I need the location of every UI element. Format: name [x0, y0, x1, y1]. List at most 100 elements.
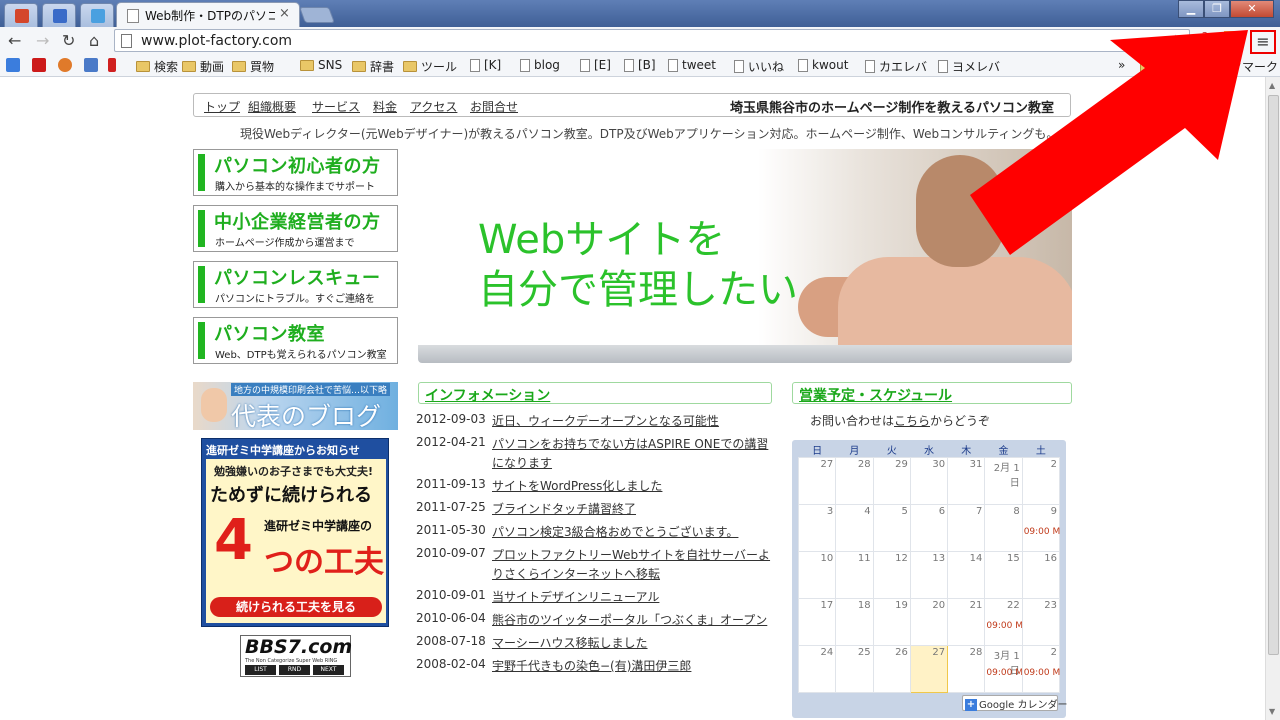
calendar-day[interactable]: 20 — [909, 598, 949, 646]
google-calendar-button[interactable]: + Google カレンダー — [962, 695, 1067, 711]
calendar-day[interactable]: 21 — [947, 598, 986, 646]
calendar-day[interactable]: 17 — [797, 598, 837, 646]
bookmark-star-icon[interactable]: ☆ — [1169, 31, 1183, 50]
nav-link-service[interactable]: サービス — [312, 98, 360, 115]
pinned-tab[interactable] — [4, 3, 38, 27]
bookmark-folder[interactable]: 検索 — [136, 58, 178, 75]
calendar-day[interactable]: 12 — [872, 551, 911, 599]
scrollbar-thumb[interactable] — [1268, 95, 1279, 655]
pc-school-button[interactable]: パソコン教室 Web、DTPも覚えられるパソコン教室 — [193, 317, 398, 364]
calendar-day[interactable]: 4 — [835, 504, 874, 552]
calendar-day[interactable]: 11 — [835, 551, 874, 599]
ad-banner[interactable]: 進研ゼミ中学講座からお知らせ 勉強嫌いのお子さまでも大丈夫! ためずに続けられる… — [201, 438, 389, 627]
news-link[interactable]: 宇野千代きもの染色−(有)溝田伊三郎 — [492, 657, 776, 676]
scroll-up-icon[interactable]: ▲ — [1269, 81, 1275, 90]
contact-link[interactable]: こちら — [894, 414, 930, 428]
schedule-heading-link[interactable]: 営業予定・スケジュール — [799, 385, 952, 405]
calendar-day[interactable]: 25 — [835, 645, 874, 693]
bookmark-folder[interactable]: 買物 — [232, 58, 274, 75]
news-link[interactable]: 当サイトデザインリニューアル — [492, 588, 776, 607]
calendar-day[interactable]: 26 — [872, 645, 911, 693]
calendar-day[interactable]: 2 09:00 M — [1021, 645, 1061, 693]
calendar-day[interactable]: 24 — [797, 645, 837, 693]
calendar-day[interactable]: 22 09:00 M — [984, 598, 1023, 646]
calendar-day[interactable]: 8 — [984, 504, 1023, 552]
chrome-menu-button[interactable]: ≡ — [1250, 30, 1276, 54]
calendar-day[interactable]: 30 — [909, 457, 949, 505]
bookmark-link[interactable]: kwout — [798, 58, 848, 72]
calendar-day[interactable]: 31 — [947, 457, 986, 505]
bookmark-folder[interactable]: 動画 — [182, 58, 224, 75]
calendar-day[interactable]: 29 — [872, 457, 911, 505]
calendar-event[interactable]: 09:00 M — [986, 621, 1022, 631]
bookmark-link[interactable]: [K] — [470, 58, 501, 72]
webring-badge[interactable]: BBS7.com The Non Categorize Super Web RI… — [240, 635, 352, 677]
bookmarks-overflow[interactable]: » — [1118, 58, 1125, 72]
home-icon[interactable]: ⌂ — [89, 31, 99, 50]
calendar-day[interactable]: 14 — [947, 551, 986, 599]
calendar-day[interactable]: 5 — [872, 504, 911, 552]
calendar-day[interactable]: 27 — [797, 457, 837, 505]
reload-icon[interactable]: ↻ — [62, 31, 75, 50]
calendar-day[interactable]: 3月 1日 09:00 M — [984, 645, 1023, 693]
info-heading-link[interactable]: インフォメーション — [425, 385, 550, 405]
bookmark-icon[interactable] — [108, 58, 120, 72]
address-bar[interactable]: www.plot-factory.com ☆ — [114, 29, 1190, 52]
calendar-day[interactable]: 23 — [1021, 598, 1061, 646]
tab-active[interactable]: Web制作・DTPのパソコ × — [116, 2, 300, 27]
nav-link-access[interactable]: アクセス — [410, 98, 457, 115]
calendar-day[interactable]: 27 — [909, 645, 949, 693]
bookmark-link[interactable]: [B] — [624, 58, 656, 72]
forward-icon[interactable]: → — [36, 31, 49, 50]
calendar-day[interactable]: 18 — [835, 598, 874, 646]
webring-list-button[interactable]: LIST — [245, 665, 276, 675]
vertical-scrollbar[interactable]: ▲ ▼ — [1265, 77, 1280, 720]
calendar-event[interactable]: 09:00 M — [1024, 527, 1060, 537]
bookmark-link[interactable]: カエレバ — [865, 58, 927, 75]
nav-link-price[interactable]: 料金 — [373, 98, 397, 115]
news-link[interactable]: パソコン検定3級合格おめでとうございます。 — [492, 523, 776, 542]
bookmark-icon[interactable] — [6, 58, 24, 72]
blog-banner[interactable]: 地方の中規模印刷会社で苦悩…以下略 代表のブログ — [193, 382, 398, 431]
bookmark-link[interactable]: tweet — [668, 58, 716, 72]
nav-link-contact[interactable]: お問合せ — [470, 98, 518, 115]
new-tab-button[interactable] — [299, 7, 335, 23]
bookmark-icon[interactable] — [84, 58, 102, 72]
pinned-tab[interactable] — [42, 3, 76, 27]
news-link[interactable]: サイトをWordPress化しました — [492, 477, 776, 496]
calendar-event[interactable]: 09:00 M — [1024, 668, 1060, 678]
news-link[interactable]: パソコンをお持ちでない方はASPIRE ONEでの講習になります — [492, 435, 776, 473]
close-window-button[interactable]: ✕ — [1230, 0, 1274, 18]
calendar-day[interactable]: 28 — [835, 457, 874, 505]
bookmark-link[interactable]: [E] — [580, 58, 611, 72]
webring-random-button[interactable]: RND — [279, 665, 310, 675]
other-bookmarks[interactable]: その他のブックマーク — [1140, 58, 1278, 75]
close-tab-icon[interactable]: × — [279, 6, 290, 21]
webring-next-button[interactable]: NEXT — [313, 665, 344, 675]
calendar-day[interactable]: 19 — [872, 598, 911, 646]
back-icon[interactable]: ← — [8, 31, 21, 50]
bookmark-icon[interactable] — [58, 58, 76, 72]
calendar-day[interactable]: 2 — [1021, 457, 1061, 505]
beginner-button[interactable]: パソコン初心者の方 購入から基本的な操作までサポート — [193, 149, 398, 196]
bookmark-link[interactable]: ヨメレバ — [938, 58, 1000, 75]
extension-icon[interactable]: !! — [1224, 31, 1242, 49]
bookmark-icon[interactable] — [32, 58, 50, 72]
bookmark-folder[interactable]: 辞書 — [352, 58, 394, 75]
news-link[interactable]: マーシーハウス移転しました — [492, 634, 776, 653]
news-link[interactable]: プロットファクトリーWebサイトを自社サーバーよりさくらインターネットへ移転 — [492, 546, 776, 584]
calendar-day[interactable]: 28 — [947, 645, 986, 693]
calendar-day[interactable]: 16 — [1021, 551, 1061, 599]
bookmark-link[interactable]: いいね — [734, 58, 784, 75]
calendar-day[interactable]: 3 — [797, 504, 837, 552]
business-owner-button[interactable]: 中小企業経営者の方 ホームページ作成から運営まで — [193, 205, 398, 252]
news-link[interactable]: 熊谷市のツイッターポータル「つぶくま」オープン — [492, 611, 776, 630]
ad-cta-button[interactable]: 続けられる工夫を見る — [210, 597, 382, 617]
calendar-day[interactable]: 9 09:00 M — [1021, 504, 1061, 552]
news-link[interactable]: ブラインドタッチ講習終了 — [492, 500, 776, 519]
calendar-day[interactable]: 10 — [797, 551, 837, 599]
extension-icon[interactable]: 2 — [1196, 31, 1214, 49]
calendar-day[interactable]: 7 — [947, 504, 986, 552]
pinned-tab[interactable] — [80, 3, 114, 27]
calendar-event[interactable]: 09:00 M — [986, 668, 1022, 678]
